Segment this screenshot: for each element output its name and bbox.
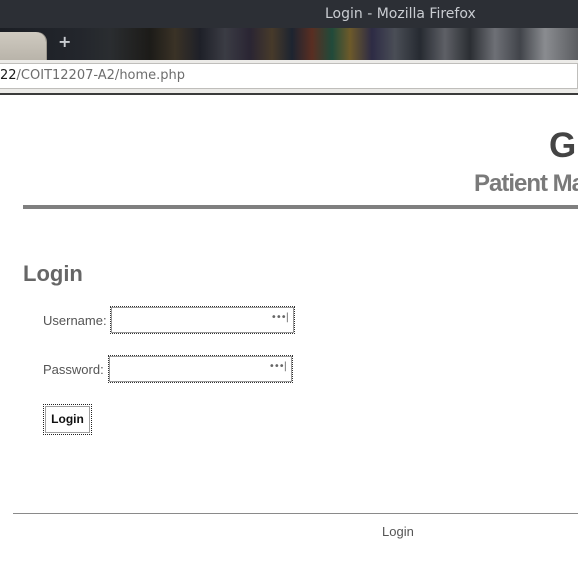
browser-tab[interactable] — [0, 32, 46, 60]
password-label: Password: — [43, 362, 104, 377]
url-bar[interactable]: 22/COIT12207-A2/home.php — [0, 63, 578, 89]
login-button[interactable]: Login — [43, 404, 92, 435]
navigation-bar: 22/COIT12207-A2/home.php — [0, 60, 578, 94]
new-tab-plus-icon[interactable]: + — [58, 34, 71, 50]
content-top-border — [0, 93, 578, 95]
window-title: Login - Mozilla Firefox — [325, 6, 476, 22]
password-input[interactable]: •••| — [108, 355, 293, 383]
username-label: Username: — [43, 313, 107, 328]
window-titlebar: Login - Mozilla Firefox — [0, 0, 578, 28]
site-subtitle: Patient Ma — [474, 170, 578, 197]
url-host: 22 — [0, 68, 17, 83]
footer-divider — [13, 513, 578, 514]
password-manager-icon[interactable]: •••| — [269, 361, 287, 372]
footer-login-link[interactable]: Login — [382, 524, 414, 540]
tab-strip — [0, 28, 578, 60]
username-input[interactable]: •••| — [110, 306, 295, 334]
header-divider — [23, 205, 578, 209]
password-manager-icon[interactable]: •••| — [271, 312, 289, 323]
login-heading: Login — [23, 261, 83, 286]
site-title: G — [549, 126, 577, 165]
url-path: /COIT12207-A2/home.php — [16, 68, 186, 83]
